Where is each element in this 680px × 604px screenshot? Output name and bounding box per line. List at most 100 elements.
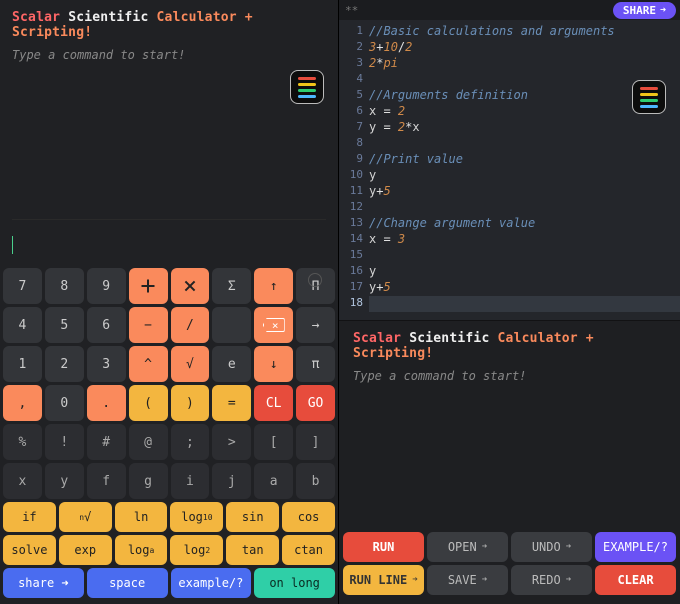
aux-share[interactable]: share ➜ [3,568,84,598]
key-x[interactable]: x [3,463,42,499]
func-sin[interactable]: sin [226,502,279,532]
code-line[interactable]: 6x = 2 [339,104,680,120]
key-^[interactable]: ^ [129,346,168,382]
key-0[interactable]: 0 [45,385,84,421]
func-tan[interactable]: tan [226,535,279,565]
key-7[interactable]: 7 [3,268,42,304]
key-row-2: 456−/ → [3,307,335,343]
key-CL[interactable]: CL [254,385,293,421]
menu-icon[interactable] [632,80,666,114]
key-GO[interactable]: GO [296,385,335,421]
key-π[interactable]: π [296,346,335,382]
key-/[interactable]: / [171,307,210,343]
code-line[interactable]: 4 [339,72,680,88]
key-↑[interactable]: ↑ [254,268,293,304]
action-runline[interactable]: RUN LINE➜ [343,565,424,595]
code-editor[interactable]: 1//Basic calculations and arguments23+10… [339,20,680,320]
key-[interactable] [212,307,251,343]
func-log[interactable]: log2 [170,535,223,565]
code-line[interactable]: 32*pi [339,56,680,72]
key-[[interactable]: [ [254,424,293,460]
key->[interactable]: > [212,424,251,460]
code-line[interactable]: 23+10/2 [339,40,680,56]
key-,[interactable]: , [3,385,42,421]
key-![interactable]: ! [45,424,84,460]
func-ln[interactable]: ln [115,502,168,532]
func-if[interactable]: if [3,502,56,532]
code-line[interactable]: 13//Change argument value [339,216,680,232]
code-line[interactable]: 8 [339,136,680,152]
key-][interactable]: ] [296,424,335,460]
code-line[interactable]: 1//Basic calculations and arguments [339,24,680,40]
key-i[interactable]: i [171,463,210,499]
key-1[interactable]: 1 [3,346,42,382]
key-e[interactable]: e [212,346,251,382]
func-cos[interactable]: cos [282,502,335,532]
key-4[interactable]: 4 [3,307,42,343]
key-([interactable]: ( [129,385,168,421]
code-line[interactable]: 7y = 2*x [339,120,680,136]
key-+[interactable] [129,268,168,304]
key-9[interactable]: 9 [87,268,126,304]
key-−[interactable]: − [129,307,168,343]
key-8[interactable]: 8 [45,268,84,304]
key-√[interactable]: √ [171,346,210,382]
key-%[interactable]: % [3,424,42,460]
key-*[interactable] [171,268,210,304]
code-line[interactable]: 18 [339,296,680,312]
key-⌫[interactable] [254,307,293,343]
command-input[interactable] [0,222,338,268]
aux-space[interactable]: space [87,568,168,598]
gutter: 18 [339,296,369,312]
key-;[interactable]: ; [171,424,210,460]
action-open[interactable]: OPEN➜ [427,532,508,562]
share-button[interactable]: SHARE ➜ [613,2,676,19]
action-redo[interactable]: REDO➜ [511,565,592,595]
key-y[interactable]: y [45,463,84,499]
action-example[interactable]: EXAMPLE/? [595,532,676,562]
key-f[interactable]: f [87,463,126,499]
code-line[interactable]: 16y [339,264,680,280]
key-2[interactable]: 2 [45,346,84,382]
key-a[interactable]: a [254,463,293,499]
code-line[interactable]: 11y+5 [339,184,680,200]
code-line[interactable]: 5//Arguments definition [339,88,680,104]
func-[interactable]: n√ [59,502,112,532]
key-6[interactable]: 6 [87,307,126,343]
key-↓[interactable]: ↓ [254,346,293,382]
action-clear[interactable]: CLEAR [595,565,676,595]
action-run[interactable]: RUN [343,532,424,562]
code-line[interactable]: 17y+5 [339,280,680,296]
func-log[interactable]: loga [115,535,168,565]
key-5[interactable]: 5 [45,307,84,343]
key-j[interactable]: j [212,463,251,499]
gear-icon[interactable] [308,273,322,287]
action-undo[interactable]: UNDO➜ [511,532,592,562]
func-ctan[interactable]: ctan [282,535,335,565]
code-line[interactable]: 15 [339,248,680,264]
brand-part2: Scientific [68,10,148,25]
action-save[interactable]: SAVE➜ [427,565,508,595]
code-line[interactable]: 12 [339,200,680,216]
aux-on[interactable]: on long [254,568,335,598]
key-#[interactable]: # [87,424,126,460]
key-)[interactable]: ) [171,385,210,421]
key-b[interactable]: b [296,463,335,499]
func-solve[interactable]: solve [3,535,56,565]
key-Σ[interactable]: Σ [212,268,251,304]
key-3[interactable]: 3 [87,346,126,382]
func-log[interactable]: log10 [170,502,223,532]
code-line[interactable]: 9//Print value [339,152,680,168]
code-line[interactable]: 14x = 3 [339,232,680,248]
code-line[interactable]: 10y [339,168,680,184]
func-exp[interactable]: exp [59,535,112,565]
key-→[interactable]: → [296,307,335,343]
menu-icon[interactable] [290,70,324,104]
action-row-2: RUN LINE➜SAVE➜REDO➜CLEAR [343,565,676,595]
aux-example[interactable]: example/? [171,568,252,598]
key-.[interactable]: . [87,385,126,421]
console[interactable]: Scalar Scientific Calculator + Scripting… [339,320,680,528]
key-@[interactable]: @ [129,424,168,460]
key-=[interactable]: = [212,385,251,421]
key-g[interactable]: g [129,463,168,499]
